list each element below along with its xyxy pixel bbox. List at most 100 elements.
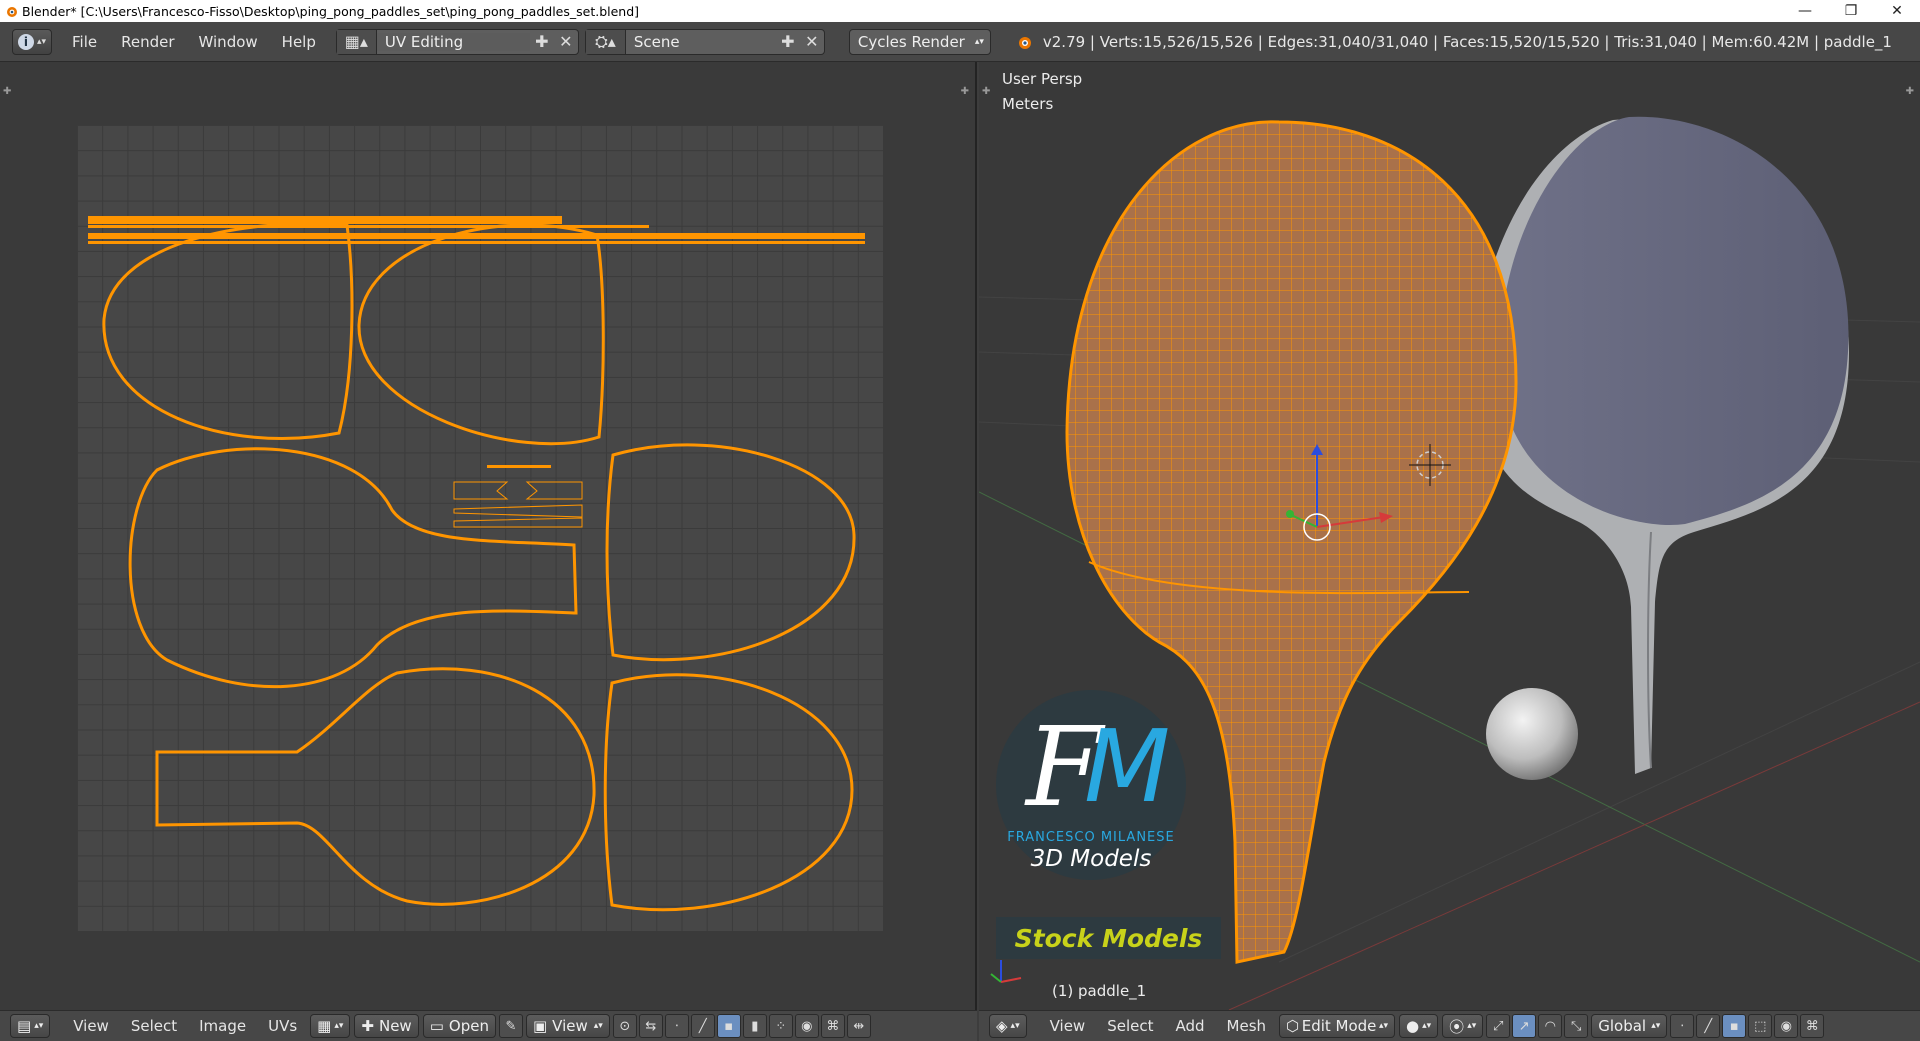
scene-name[interactable]: Scene	[626, 33, 776, 51]
info-editor-type-button[interactable]: i ▴▾	[12, 28, 52, 55]
snap-icon[interactable]: ⌘	[1800, 1014, 1825, 1038]
uv-strip[interactable]	[453, 517, 583, 528]
uv-editor-header: ▤ ▴▾ View Select Image UVs ▦ ▴▾ ✚ New ▭ Open…	[0, 1010, 977, 1041]
grey-paddle[interactable]	[1475, 116, 1849, 774]
close-button[interactable]: ✕	[1874, 0, 1920, 22]
uv-editor-type-button[interactable]: ▤ ▴▾	[10, 1014, 51, 1038]
watermark-logo: F M FRANCESCO MILANESE 3D Models	[996, 690, 1186, 880]
3d-viewport[interactable]: ✚ ✚ User Persp Meters F M FRANCESCO MILA…	[979, 62, 1920, 1010]
new-image-button[interactable]: ✚ New	[354, 1014, 419, 1038]
menu-file[interactable]: File	[60, 33, 109, 51]
uv-strip[interactable]	[88, 241, 865, 244]
scale-manipulator-icon[interactable]: ⤡	[1564, 1014, 1589, 1038]
uv-island[interactable]	[357, 223, 605, 446]
menu-uvs[interactable]: UVs	[257, 1017, 308, 1035]
screen-layout-name[interactable]: UV Editing	[376, 32, 530, 51]
uv-strip[interactable]	[453, 504, 583, 518]
face-select-icon[interactable]: ▪	[716, 1014, 741, 1038]
sync-selection-icon[interactable]: ⇆	[638, 1014, 663, 1038]
menu-view-3d[interactable]: View	[1039, 1017, 1097, 1035]
watermark-banner: Stock Models	[996, 917, 1221, 959]
browse-image-button[interactable]: ▦ ▴▾	[310, 1014, 351, 1038]
open-label: Open	[448, 1017, 489, 1035]
minimize-button[interactable]: —	[1782, 0, 1828, 22]
proportional-edit-icon[interactable]: ◉	[794, 1014, 819, 1038]
uv-strip[interactable]	[525, 481, 583, 500]
view-mode-icon: ▣	[532, 1017, 548, 1035]
mode-dropdown[interactable]: ⬡ Edit Mode ▴▾	[1279, 1014, 1396, 1038]
chevron-updown-icon: ▴▾	[974, 36, 984, 47]
active-object-label: (1) paddle_1	[1052, 982, 1147, 1000]
logo-letter-m: M	[1084, 708, 1171, 825]
shading-dropdown[interactable]: ● ▴▾	[1399, 1014, 1439, 1038]
menu-render[interactable]: Render	[109, 33, 186, 51]
uv-island[interactable]	[605, 443, 856, 662]
logo-tagline: 3D Models	[1030, 846, 1152, 872]
island-select-icon[interactable]: ▮	[742, 1014, 767, 1038]
uv-strip[interactable]	[487, 465, 551, 468]
pivot-dropdown[interactable]: ⦿ ▴▾	[1442, 1014, 1484, 1038]
maximize-button[interactable]: ❐	[1828, 0, 1874, 22]
sticky-select-icon[interactable]: ⁘	[768, 1014, 793, 1038]
vertex-select-icon[interactable]: ⋅	[1670, 1014, 1695, 1038]
uv-island[interactable]	[128, 447, 578, 689]
open-image-button[interactable]: ▭ Open	[422, 1014, 496, 1038]
snap-icon[interactable]: ⌘	[820, 1014, 845, 1038]
menu-window[interactable]: Window	[187, 33, 270, 51]
menu-help[interactable]: Help	[270, 33, 328, 51]
screen-layout-selector[interactable]: ▦▴ UV Editing ✚ ✕	[335, 28, 579, 55]
logo-brand: FRANCESCO MILANESE	[1007, 830, 1175, 845]
info-header: i ▴▾ File Render Window Help ▦▴ UV Editi…	[0, 22, 1920, 62]
pivot-icon[interactable]: ⊙	[612, 1014, 637, 1038]
plus-icon: ✚	[361, 1017, 374, 1035]
translate-manipulator-icon[interactable]: ↗	[1512, 1014, 1537, 1038]
view-mode-dropdown[interactable]: ▣ View ▴▾	[525, 1014, 610, 1038]
menu-view[interactable]: View	[62, 1017, 120, 1035]
solid-shading-icon: ●	[1406, 1017, 1420, 1035]
delete-scene-icon[interactable]: ✕	[800, 30, 824, 54]
manipulator-toggle-icon[interactable]: ⤢	[1486, 1014, 1511, 1038]
delete-screen-icon[interactable]: ✕	[554, 30, 578, 54]
scene-statistics: v2.79 | Verts:15,526/15,526 | Edges:31,0…	[1042, 32, 1892, 51]
info-icon: i	[17, 33, 34, 50]
new-label: New	[378, 1017, 412, 1035]
proportional-edit-icon[interactable]: ◉	[1774, 1014, 1799, 1038]
menu-select[interactable]: Select	[120, 1017, 188, 1035]
rotate-manipulator-icon[interactable]: ◠	[1538, 1014, 1563, 1038]
pin-icon[interactable]: ✎	[498, 1014, 523, 1038]
uv-island[interactable]	[102, 222, 354, 440]
add-screen-icon[interactable]: ✚	[530, 30, 554, 54]
edge-select-icon[interactable]: ╱	[1696, 1014, 1721, 1038]
ping-pong-ball[interactable]	[1486, 688, 1578, 780]
face-select-icon[interactable]: ▪	[1722, 1014, 1747, 1038]
uv-channels-icon[interactable]: ⇹	[846, 1014, 871, 1038]
menu-mesh[interactable]: Mesh	[1216, 1017, 1278, 1035]
axis-gizmo	[990, 960, 1022, 983]
edge-select-icon[interactable]: ╱	[690, 1014, 715, 1038]
orientation-dropdown[interactable]: Global ▴▾	[1591, 1014, 1668, 1038]
uv-image-editor[interactable]: ✚ ✚	[0, 62, 977, 1010]
uv-strip[interactable]	[453, 481, 509, 500]
scene-selector[interactable]: ⛭▴ Scene ✚ ✕	[584, 28, 825, 55]
menu-image[interactable]: Image	[188, 1017, 257, 1035]
uv-islands[interactable]	[77, 125, 883, 931]
region-toggle-left-icon[interactable]: ✚	[3, 86, 11, 97]
limit-selection-icon[interactable]: ⬚	[1748, 1014, 1773, 1038]
cube-icon: ◈	[996, 1017, 1008, 1035]
uv-island[interactable]	[155, 667, 596, 906]
uv-grid-canvas[interactable]	[77, 125, 883, 931]
uv-island[interactable]	[603, 673, 854, 912]
menu-select-3d[interactable]: Select	[1096, 1017, 1164, 1035]
blender-logo-icon	[7, 7, 17, 17]
window-titlebar: Blender* [C:\Users\Francesco-Fisso\Deskt…	[0, 0, 1920, 22]
region-toggle-right-icon[interactable]: ✚	[961, 86, 969, 97]
add-scene-icon[interactable]: ✚	[776, 30, 800, 54]
vertex-select-icon[interactable]: ⋅	[664, 1014, 689, 1038]
chevron-updown-icon: ▴▾	[36, 36, 47, 47]
window-title: Blender* [C:\Users\Francesco-Fisso\Deskt…	[22, 3, 640, 19]
render-engine-label: Cycles Render	[857, 32, 965, 51]
menu-add[interactable]: Add	[1164, 1017, 1215, 1035]
render-engine-dropdown[interactable]: Cycles Render ▴▾	[848, 28, 991, 55]
3d-editor-type-button[interactable]: ◈ ▴▾	[989, 1014, 1027, 1038]
mode-label: Edit Mode	[1301, 1017, 1377, 1035]
